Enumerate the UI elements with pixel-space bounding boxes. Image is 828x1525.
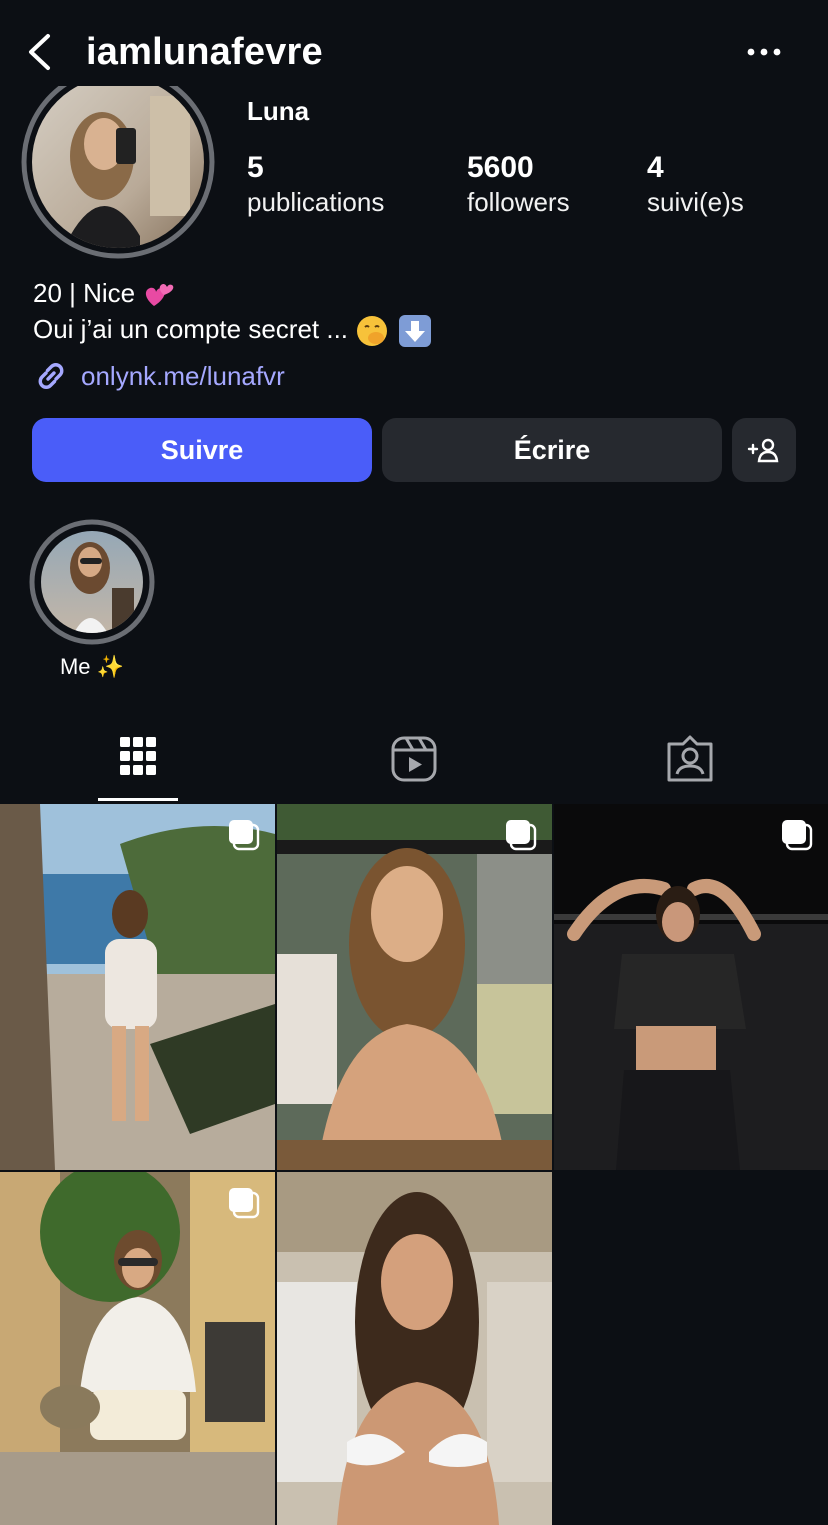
stat-followers-value: 5600 (467, 151, 534, 184)
grid-icon[interactable] (114, 734, 162, 784)
follow-button[interactable]: Suivre (32, 418, 372, 482)
hand-over-mouth-emoji-icon (357, 316, 388, 347)
tagged-user-icon[interactable] (666, 734, 714, 784)
beach-club-portrait-photo (277, 1172, 552, 1525)
street-photo (0, 1172, 275, 1525)
back-arrow-icon[interactable] (22, 30, 56, 74)
post-thumbnail[interactable] (277, 804, 552, 1170)
multiple-photos-icon (229, 1188, 260, 1219)
cafe-portrait-photo (277, 804, 552, 1170)
two-hearts-icon (146, 284, 174, 307)
multiple-photos-icon (229, 820, 260, 851)
display-name: Luna (247, 96, 310, 126)
beach-cliff-photo (0, 804, 275, 1170)
add-person-icon (747, 438, 779, 463)
reels-icon[interactable] (390, 734, 438, 784)
bio-line-1: 20 | Nice (33, 276, 176, 310)
follow-button-label: Suivre (160, 434, 244, 465)
suggest-user-button[interactable] (732, 418, 796, 482)
stat-publications-value: 5 (247, 151, 264, 184)
stat-following[interactable]: 4 suivi(e)s (647, 150, 744, 218)
multiple-photos-icon (506, 820, 537, 851)
stat-publications[interactable]: 5 publications (247, 150, 384, 218)
link-icon (38, 363, 64, 389)
night-beach-photo (554, 804, 828, 1170)
profile-link[interactable]: onlynk.me/lunafvr (33, 358, 285, 394)
story-highlight-label: Me ✨ (0, 652, 184, 682)
story-highlight-label-text: Me (59, 654, 91, 679)
message-button-label: Écrire (513, 434, 591, 465)
bio-line-2-text: Oui j’ai un compte secret ... (33, 314, 349, 344)
stat-publications-label: publications (247, 187, 385, 217)
more-options-icon[interactable] (744, 46, 784, 58)
post-thumbnail[interactable] (0, 804, 275, 1170)
active-tab-indicator (98, 798, 178, 801)
post-thumbnail[interactable] (0, 1172, 275, 1525)
message-button[interactable]: Écrire (382, 418, 722, 482)
stat-following-value: 4 (647, 151, 664, 184)
profile-avatar[interactable] (20, 86, 216, 264)
post-thumbnail[interactable] (554, 804, 828, 1170)
profile-username: iamlunafevre (86, 31, 323, 73)
story-highlight-me[interactable] (28, 518, 156, 646)
stat-followers-label: followers (467, 187, 570, 217)
down-arrow-button-icon (398, 315, 431, 348)
bio-line-1-text: 20 | Nice (33, 278, 136, 308)
sparkles-icon: ✨ (96, 654, 125, 679)
profile-link-text[interactable]: onlynk.me/lunafvr (81, 361, 285, 392)
stat-followers[interactable]: 5600 followers (467, 150, 570, 218)
multiple-photos-icon (782, 820, 813, 851)
post-thumbnail[interactable] (277, 1172, 552, 1525)
stat-following-label: suivi(e)s (647, 187, 744, 217)
bio-line-2: Oui j’ai un compte secret ... (33, 312, 433, 348)
